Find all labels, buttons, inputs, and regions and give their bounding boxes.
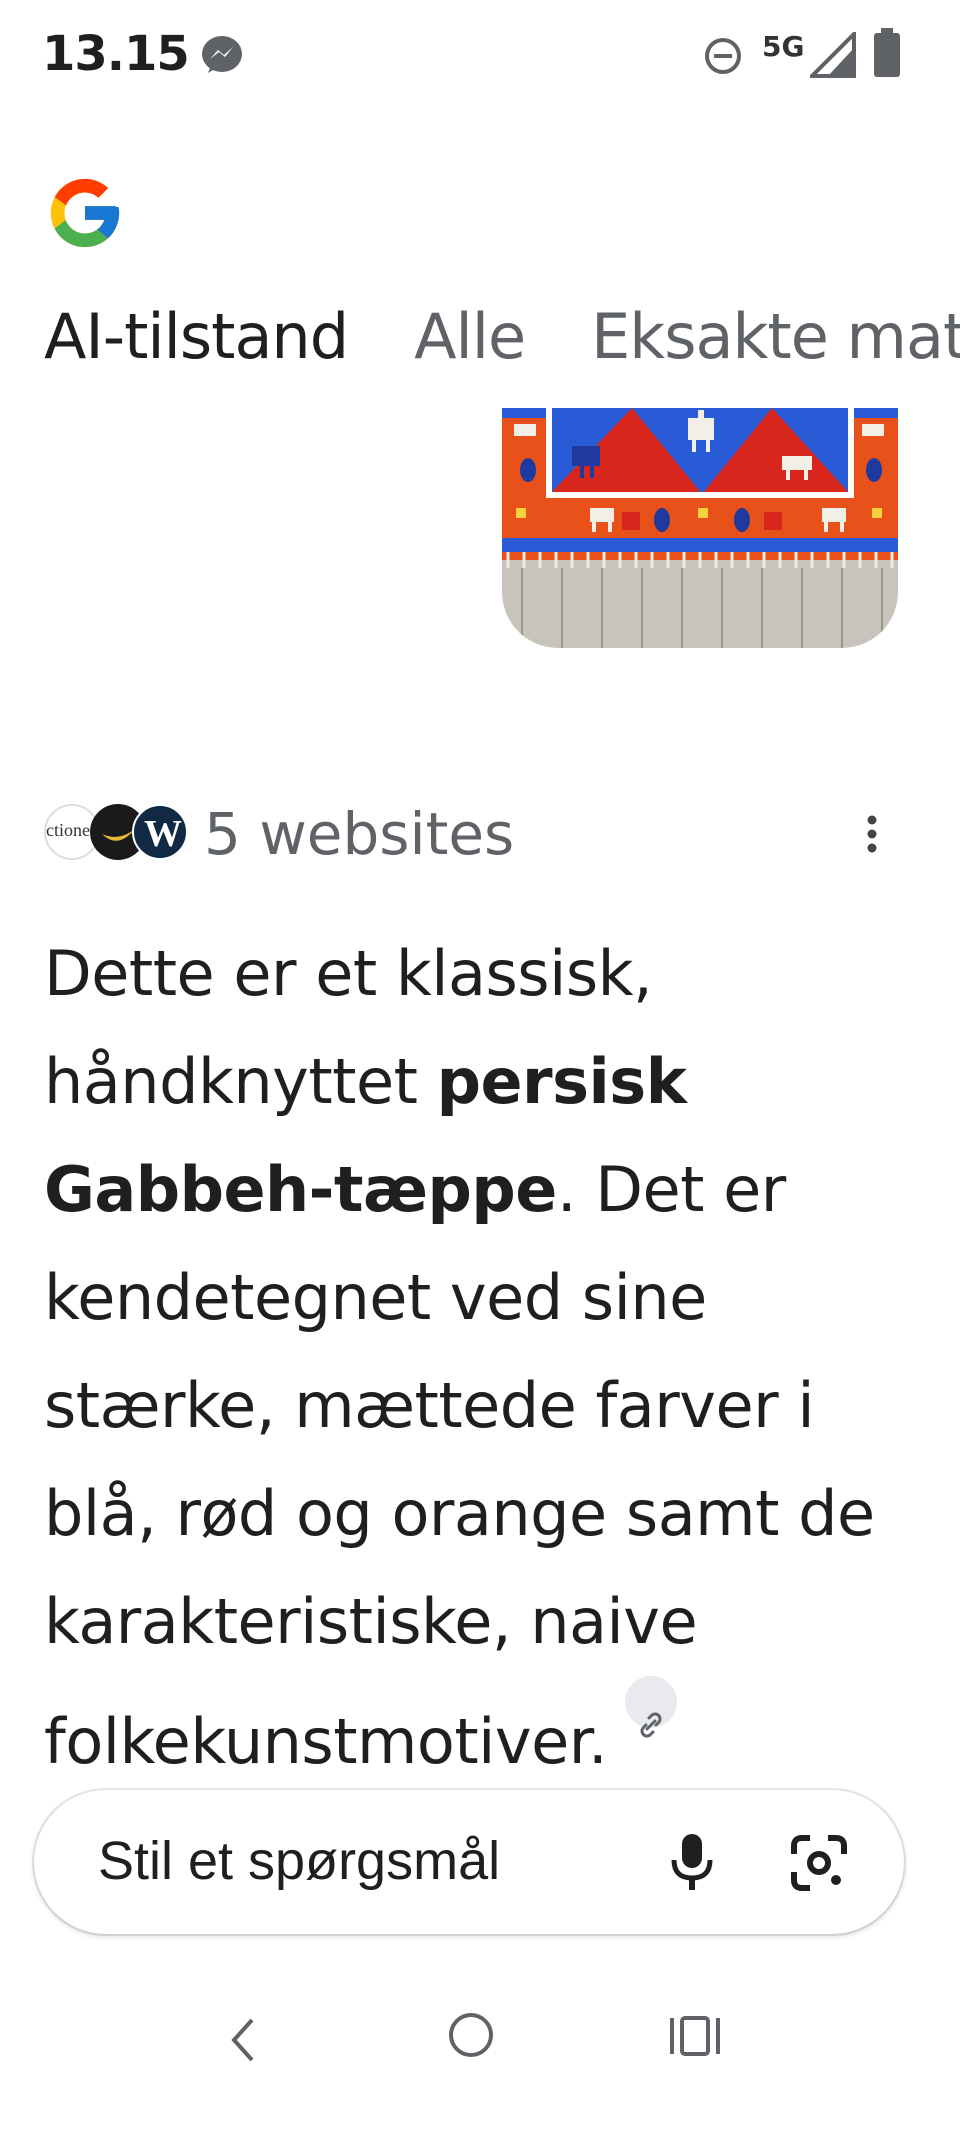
status-time: 13.15 (42, 26, 190, 82)
battery-icon (874, 28, 900, 77)
microphone-icon[interactable] (662, 1830, 722, 1894)
source-favicon: W (132, 804, 188, 860)
answer-text: . Det er kendetegnet ved sine stærke, mæ… (44, 1153, 875, 1778)
source-favicon-text: ctione (46, 820, 90, 840)
sources-row[interactable]: ctione W 5 websites (44, 800, 924, 870)
status-bar: 13.15 5G (0, 0, 960, 110)
google-logo[interactable] (44, 172, 126, 254)
back-icon[interactable] (222, 2010, 262, 2070)
recents-icon[interactable] (668, 2014, 722, 2058)
tab-ai-mode[interactable]: AI-tilstand (44, 300, 349, 373)
network-label: 5G (762, 30, 805, 63)
sources-label[interactable]: 5 websites (204, 800, 514, 868)
home-icon[interactable] (446, 2010, 496, 2060)
system-nav-bar (0, 1960, 960, 2133)
tab-exact-matches[interactable]: Eksakte mat (591, 300, 960, 373)
ask-input-bar[interactable]: Stil et spørgsmål (34, 1790, 904, 1934)
link-icon (640, 1712, 662, 1738)
messenger-icon (202, 36, 242, 73)
google-lens-icon[interactable] (788, 1832, 850, 1894)
more-options-icon[interactable] (862, 810, 882, 858)
do-not-disturb-icon (705, 38, 741, 74)
citation-link-button[interactable] (625, 1676, 678, 1738)
signal-icon (810, 32, 856, 78)
tab-all[interactable]: Alle (414, 300, 526, 373)
search-tabs: AI-tilstand Alle Eksakte mat (44, 300, 960, 380)
source-favicon-letter: W (144, 813, 182, 855)
ask-input-placeholder[interactable]: Stil et spørgsmål (98, 1830, 500, 1892)
rug-image[interactable] (502, 408, 898, 648)
ai-answer: Dette er et klassisk, håndknyttet persis… (44, 920, 904, 1796)
